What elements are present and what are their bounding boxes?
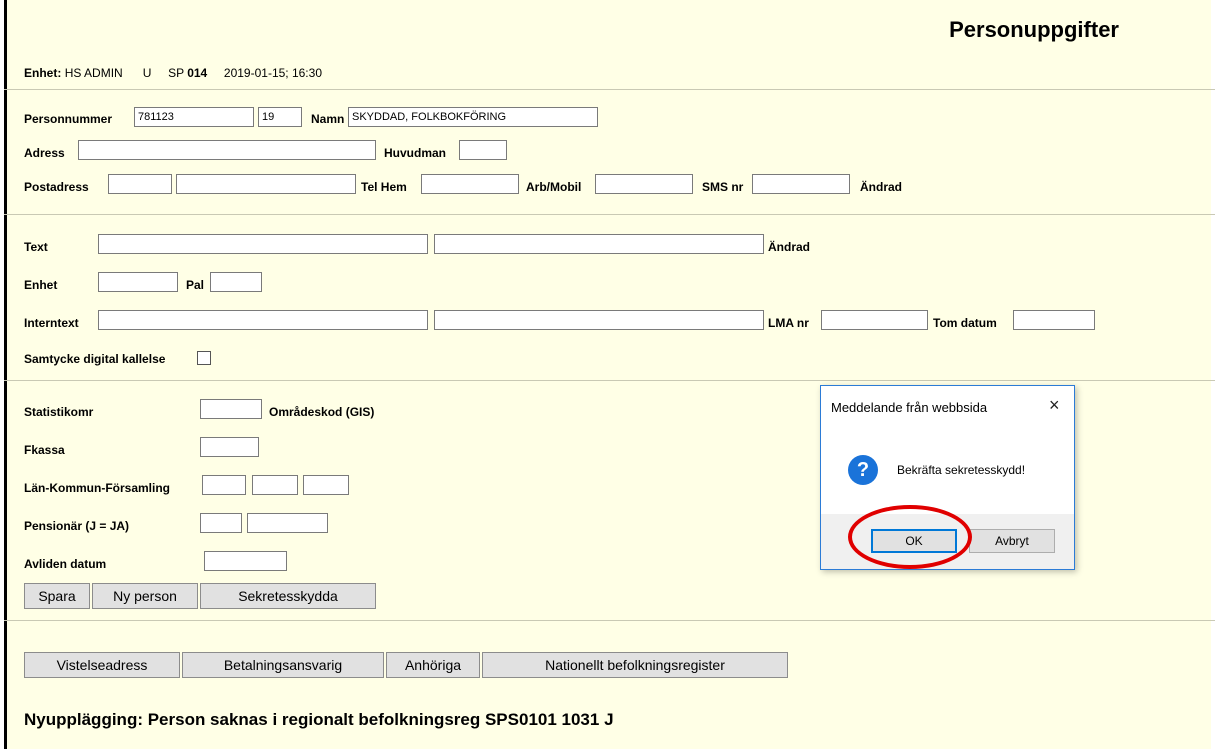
telhem-label: Tel Hem <box>361 180 407 194</box>
telhem-input[interactable] <box>421 174 519 194</box>
avbryt-button[interactable]: Avbryt <box>969 529 1055 553</box>
betalningsansvarig-button[interactable]: Betalningsansvarig <box>182 652 384 678</box>
kommun-input[interactable] <box>252 475 298 495</box>
pensionar-input[interactable] <box>200 513 242 533</box>
sekretesskydda-button[interactable]: Sekretesskydda <box>200 583 376 609</box>
pensionar-extra-input[interactable] <box>247 513 328 533</box>
status-message: Nyupplägging: Person saknas i regionalt … <box>24 710 614 729</box>
sp-value: 014 <box>187 66 208 80</box>
divider <box>4 620 1215 621</box>
forsamling-input[interactable] <box>303 475 349 495</box>
divider <box>4 89 1215 90</box>
adress-label: Adress <box>24 146 65 160</box>
text-input-2[interactable] <box>434 234 764 254</box>
dialog-message: Bekräfta sekretesskydd! <box>897 463 1026 477</box>
dialog-title: Meddelande från webbsida <box>831 400 988 415</box>
page-title: Personuppgifter <box>949 17 1119 42</box>
interntext-label: Interntext <box>24 316 79 330</box>
smsnr-input[interactable] <box>752 174 850 194</box>
huvudman-input[interactable] <box>459 140 507 160</box>
enhet-input[interactable] <box>98 272 178 292</box>
samtycke-checkbox[interactable] <box>197 351 211 365</box>
pal-label: Pal <box>186 278 205 292</box>
postort-input[interactable] <box>176 174 356 194</box>
enhet-field-label: Enhet <box>24 278 58 292</box>
statistikomr-label: Statistikomr <box>24 405 94 419</box>
notes-andrad-label: Ändrad <box>768 240 810 254</box>
lmanr-label: LMA nr <box>768 316 809 330</box>
pensionar-label: Pensionär (J = JA) <box>24 519 130 533</box>
vistelseadress-button[interactable]: Vistelseadress <box>24 652 180 678</box>
timestamp: 2019-01-15; 16:30 <box>223 66 322 80</box>
anhoriga-button[interactable]: Anhöriga <box>386 652 480 678</box>
namn-label: Namn <box>311 112 345 126</box>
interntext-input-1[interactable] <box>98 310 428 330</box>
smsnr-label: SMS nr <box>702 180 744 194</box>
enhet-label: Enhet: <box>24 66 62 80</box>
interntext-input-2[interactable] <box>434 310 764 330</box>
arbmobil-input[interactable] <box>595 174 693 194</box>
header-info: Enhet: HS ADMIN U SP 014 2019-01-15; 16:… <box>24 66 322 80</box>
arbmobil-label: Arb/Mobil <box>526 180 582 194</box>
enhet-value: HS ADMIN <box>64 66 123 80</box>
spara-button[interactable]: Spara <box>24 583 90 609</box>
tomdatum-label: Tom datum <box>933 316 997 330</box>
close-icon[interactable]: × <box>1049 395 1060 416</box>
namn-input[interactable]: SKYDDAD, FOLKBOKFÖRING <box>348 107 598 127</box>
avliden-input[interactable] <box>204 551 287 571</box>
divider <box>4 214 1215 215</box>
samtycke-label: Samtycke digital kallelse <box>24 352 166 366</box>
person-andrad-label: Ändrad <box>860 180 902 194</box>
lkf-label: Län-Kommun-Församling <box>24 481 170 495</box>
u-flag: U <box>142 66 152 80</box>
question-icon: ? <box>848 455 878 485</box>
postadress-label: Postadress <box>24 180 89 194</box>
lmanr-input[interactable] <box>821 310 928 330</box>
highlight-circle <box>848 505 972 569</box>
tomdatum-input[interactable] <box>1013 310 1095 330</box>
text-input-1[interactable] <box>98 234 428 254</box>
huvudman-label: Huvudman <box>384 146 447 160</box>
nationellt-befolkningsregister-button[interactable]: Nationellt befolkningsregister <box>482 652 788 678</box>
century-input[interactable]: 19 <box>258 107 302 127</box>
lan-input[interactable] <box>202 475 246 495</box>
avliden-label: Avliden datum <box>24 557 107 571</box>
personnummer-label: Personnummer <box>24 112 113 126</box>
fkassa-label: Fkassa <box>24 443 65 457</box>
divider <box>4 380 1215 381</box>
pal-input[interactable] <box>210 272 262 292</box>
statistikomr-input[interactable] <box>200 399 262 419</box>
omradeskod-label: Områdeskod (GIS) <box>269 405 375 419</box>
fkassa-input[interactable] <box>200 437 259 457</box>
text-label: Text <box>24 240 48 254</box>
personnummer-input[interactable]: 781123 <box>134 107 254 127</box>
postnummer-input[interactable] <box>108 174 172 194</box>
ny-person-button[interactable]: Ny person <box>92 583 198 609</box>
sp-label: SP <box>168 66 184 80</box>
adress-input[interactable] <box>78 140 376 160</box>
